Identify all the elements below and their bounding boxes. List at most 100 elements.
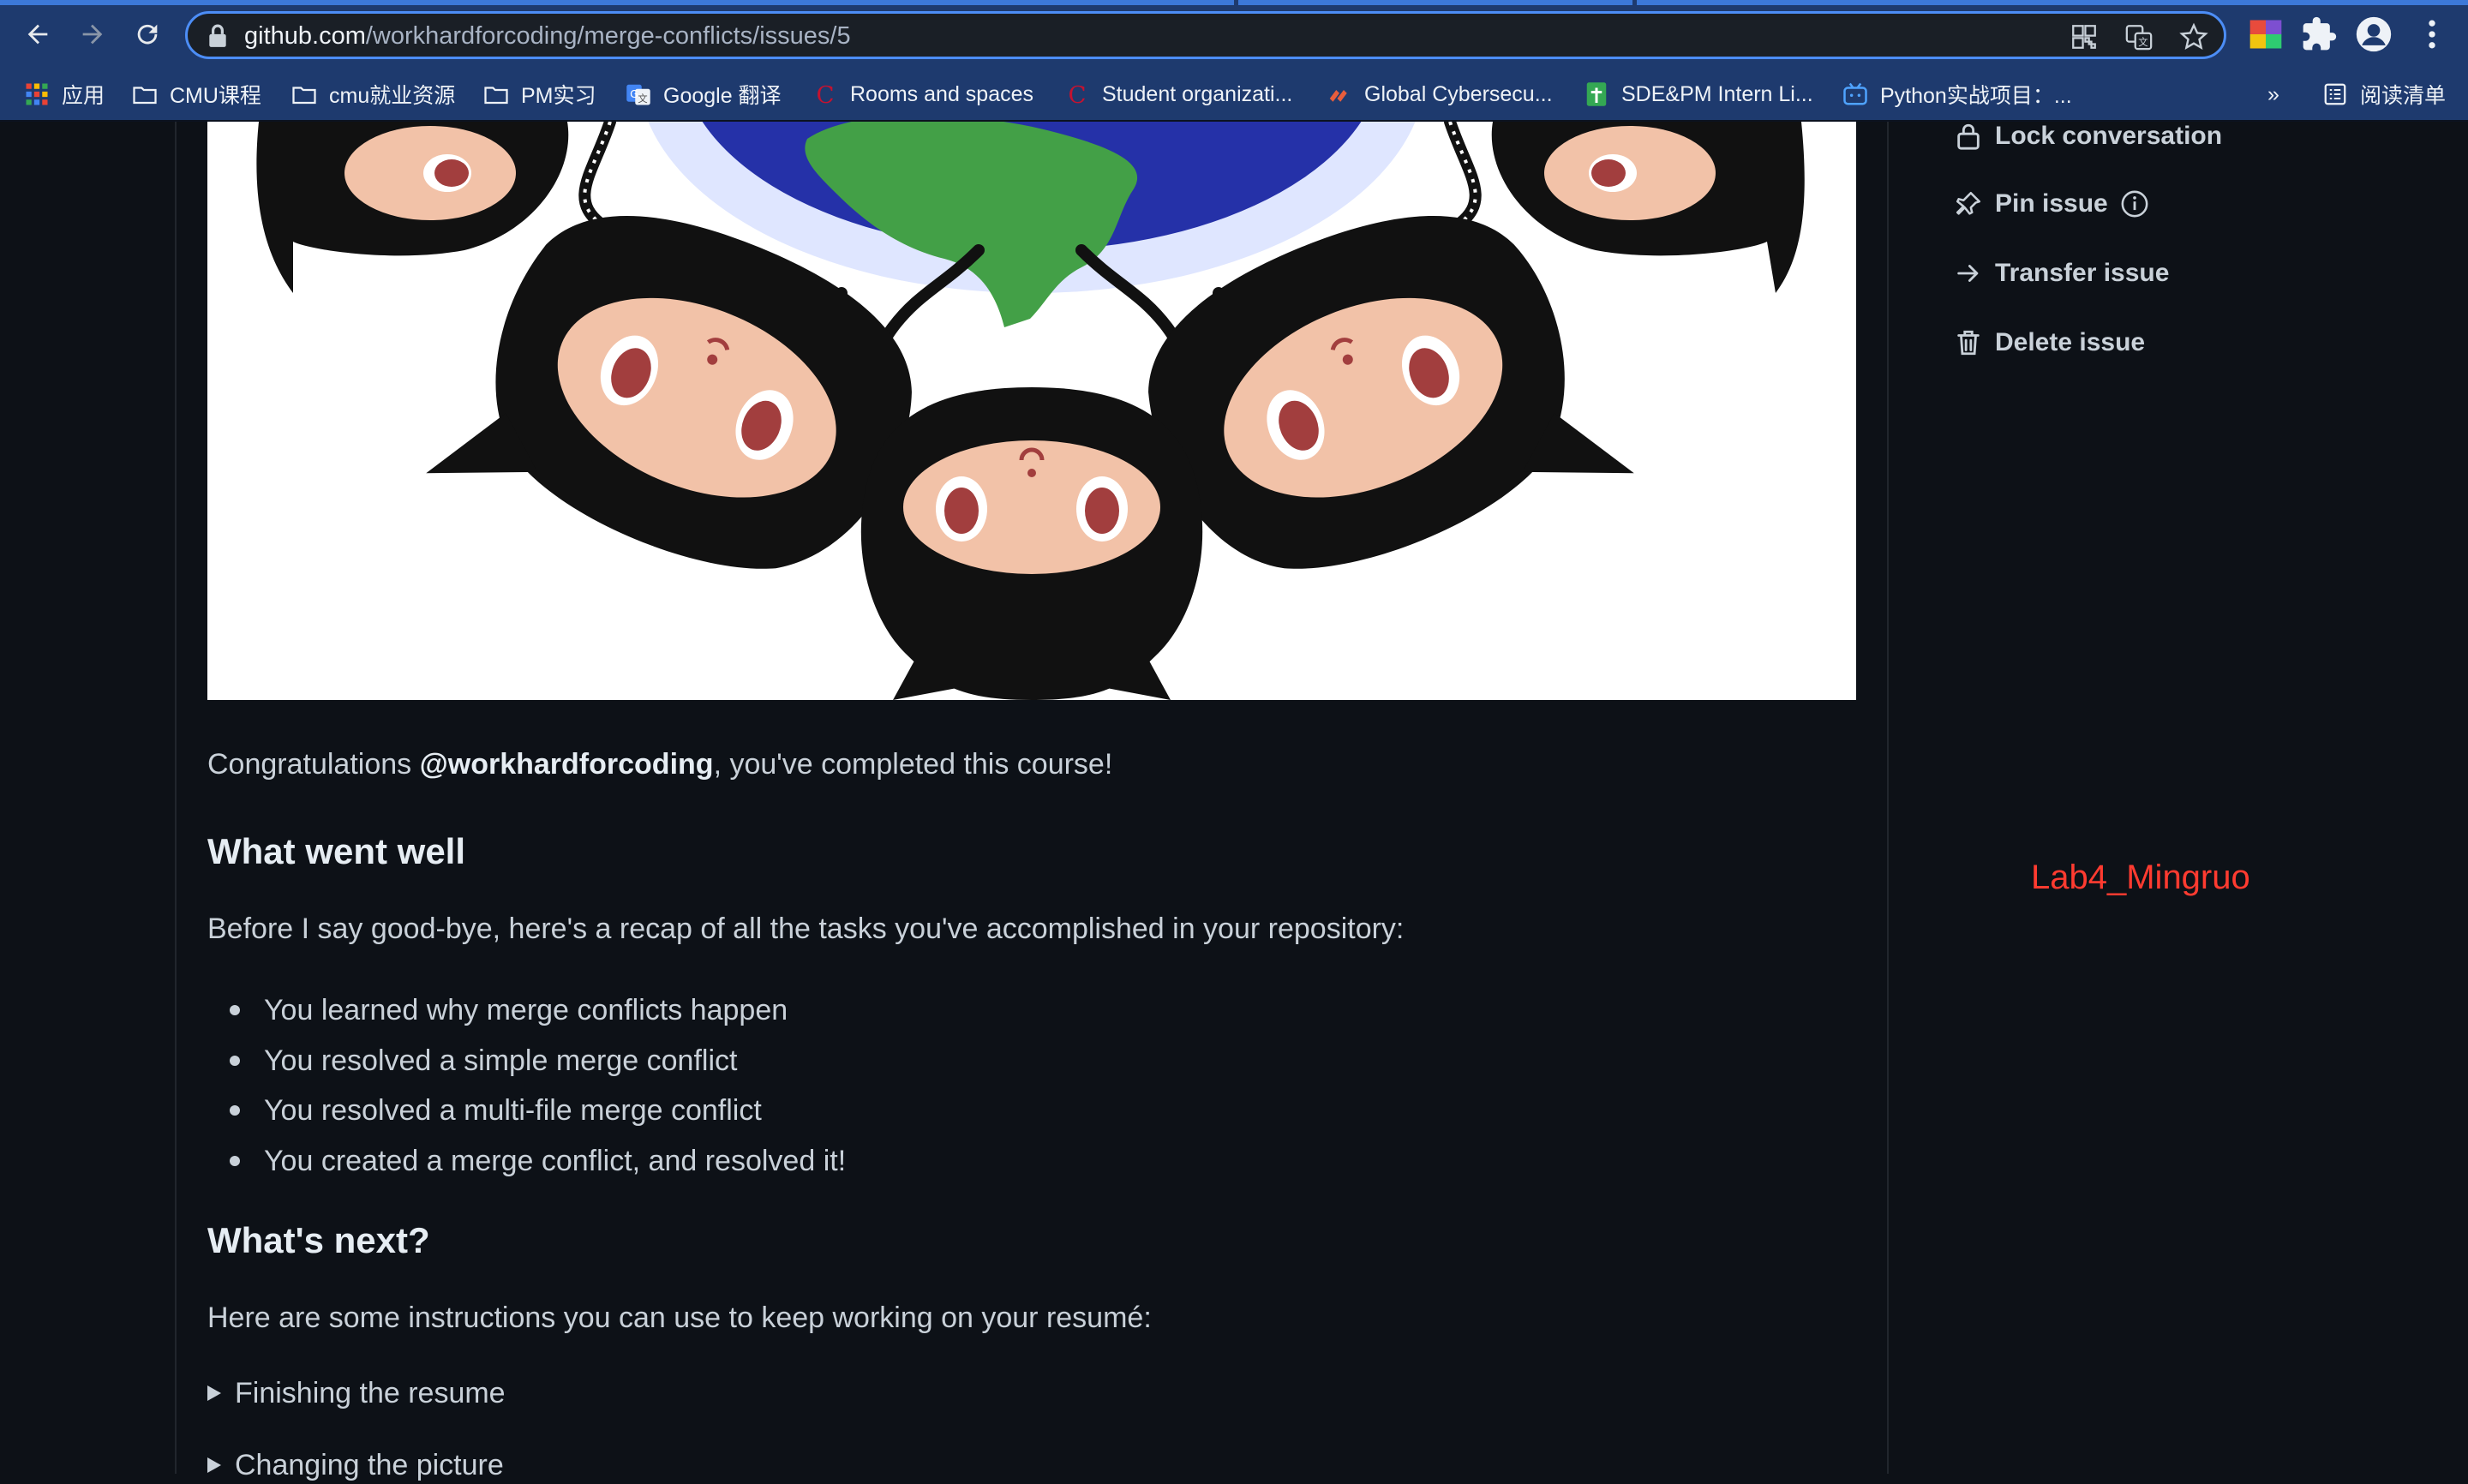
back-button[interactable] (14, 10, 62, 58)
bookmark-label: 应用 (62, 84, 105, 108)
congratulations-text: Congratulations @workhardforcoding, you'… (207, 745, 1112, 783)
delete-issue-button[interactable]: Delete issue (1954, 323, 2145, 362)
octocats-around-globe-illustration (256, 122, 1805, 700)
action-label: Delete issue (1995, 328, 2146, 356)
disclosure-triangle-icon (207, 1385, 221, 1401)
list-item: You resolved a multi-file merge conflict (264, 1094, 762, 1127)
bookmark-python-project[interactable]: Python实战项目：... (1842, 77, 2072, 111)
apps-grid-icon (26, 83, 48, 105)
bookmark-label: 阅读清单 (2360, 84, 2447, 108)
bookmarks-bar: 应用 CMU课程 cmu就业资源 PM实习 G文 Google 翻译 C Roo… (0, 69, 2468, 122)
bookmark-rooms-and-spaces[interactable]: C Rooms and spaces (812, 77, 1033, 111)
arrow-right-icon (82, 24, 103, 45)
forward-button[interactable] (69, 10, 117, 58)
cmu-logo-icon: C (816, 81, 834, 107)
action-label: Pin issue (1995, 189, 2108, 218)
next-instructions-paragraph: Here are some instructions you can use t… (207, 1301, 1152, 1334)
details-finishing-resume[interactable]: Finishing the resume (207, 1374, 506, 1412)
bookmark-student-organizations[interactable]: C Student organizati... (1064, 77, 1292, 111)
congrats-suffix: , you've completed this course! (713, 748, 1113, 781)
url-text[interactable]: github.com/workhardforcoding/merge-confl… (244, 21, 851, 51)
bookmark-pm-intern[interactable]: PM实习 (483, 77, 596, 111)
bookmark-global-cybersecurity[interactable]: Global Cybersecu... (1327, 77, 1553, 111)
action-label: Transfer issue (1995, 259, 2170, 287)
profile-avatar-icon[interactable] (2355, 15, 2393, 53)
details-summary-label: Changing the picture (235, 1449, 504, 1481)
tab-strip-edge (1238, 0, 1632, 5)
pin-icon (1956, 191, 1981, 215)
bookmark-sde-pm-intern[interactable]: SDE&PM Intern Li... (1584, 77, 1813, 111)
bookmark-google-translate[interactable]: G文 Google 翻译 (626, 77, 782, 111)
github-issue-page: Congratulations @workhardforcoding, you'… (0, 122, 2468, 1481)
bilibili-icon (1843, 82, 1867, 105)
bookmark-apps[interactable]: 应用 (24, 77, 105, 111)
sidebar-divider (1887, 122, 1889, 1474)
folder-icon (133, 87, 157, 105)
bookmark-label: CMU课程 (170, 84, 261, 108)
details-summary-label: Finishing the resume (235, 1377, 506, 1409)
sheets-icon (1586, 82, 1607, 106)
star-icon[interactable] (2179, 22, 2208, 51)
timeline-divider (175, 122, 177, 1474)
bookmark-label: cmu就业资源 (329, 84, 456, 108)
octocat-celebration-image (207, 122, 1856, 700)
bookmarks-overflow-button[interactable]: » (2267, 77, 2279, 111)
url-host: github.com (244, 22, 366, 50)
tab-strip-edge (1637, 0, 2468, 5)
recap-paragraph: Before I say good-bye, here's a recap of… (207, 913, 1405, 945)
bookmark-cmu-career[interactable]: cmu就业资源 (291, 77, 455, 111)
reload-button[interactable] (123, 10, 171, 58)
qr-code-icon[interactable] (2070, 22, 2099, 51)
heading-whats-next: What's next? (207, 1220, 430, 1260)
bookmark-label: Rooms and spaces (850, 81, 1034, 106)
svg-text:C: C (816, 81, 834, 107)
list-item: You learned why merge conflicts happen (264, 994, 788, 1026)
url-path: /workhardforcoding/merge-conflicts/issue… (365, 22, 851, 50)
watermark-label: Lab4_Mingruo (2031, 859, 2250, 896)
transfer-issue-button[interactable]: Transfer issue (1954, 254, 2169, 293)
heading-what-went-well: What went well (207, 831, 466, 871)
svg-text:文: 文 (2138, 36, 2148, 48)
browser-toolbar: github.com/workhardforcoding/merge-confl… (0, 0, 2468, 69)
address-bar[interactable]: github.com/workhardforcoding/merge-confl… (185, 11, 2226, 59)
lock-icon (1957, 123, 1980, 150)
reload-icon (137, 24, 158, 45)
bookmark-label: Global Cybersecu... (1364, 81, 1553, 106)
cmu-logo-icon: C (1068, 81, 1086, 107)
svg-text:C: C (1068, 81, 1086, 107)
bookmark-label: Google 翻译 (663, 84, 782, 108)
bookmark-label: SDE&PM Intern Li... (1621, 81, 1813, 106)
reading-list-icon (2324, 83, 2346, 105)
lock-icon (209, 24, 226, 47)
bookmark-label: Python实战项目：... (1880, 84, 2072, 108)
disclosure-triangle-icon (207, 1457, 221, 1473)
list-bullet (230, 1056, 240, 1066)
pin-issue-button[interactable]: Pin issue (1954, 184, 2149, 224)
list-bullet (230, 1005, 240, 1015)
trash-icon (1957, 330, 1980, 356)
extensions-puzzle-icon[interactable] (2300, 15, 2338, 53)
list-bullet (230, 1156, 240, 1166)
translate-icon[interactable]: 文 (2124, 22, 2154, 51)
bookmark-cmu-courses[interactable]: CMU课程 (132, 77, 261, 111)
cyber-logo-icon (1329, 90, 1347, 102)
arrow-right-icon (1957, 265, 1979, 282)
google-translate-icon: G文 (626, 84, 650, 105)
menu-dots-icon[interactable] (2413, 15, 2451, 53)
reading-list-button[interactable]: 阅读清单 (2322, 77, 2446, 111)
folder-icon (292, 87, 316, 105)
lock-conversation-button[interactable]: Lock conversation (1954, 117, 2222, 156)
info-icon[interactable] (2120, 189, 2149, 218)
folder-icon (484, 87, 508, 105)
overflow-chevron-icon: » (2267, 81, 2279, 106)
svg-text:文: 文 (638, 93, 647, 105)
arrow-left-icon (27, 24, 48, 45)
congrats-prefix: Congratulations (207, 748, 420, 781)
details-changing-picture[interactable]: Changing the picture (207, 1446, 504, 1484)
color-extension-icon[interactable] (2247, 15, 2285, 53)
tab-strip-edge (0, 0, 1234, 5)
user-mention-link[interactable]: @workhardforcoding (420, 748, 714, 781)
action-label: Lock conversation (1995, 122, 2223, 150)
bookmark-label: Student organizati... (1102, 81, 1293, 106)
list-item: You resolved a simple merge conflict (264, 1044, 738, 1077)
